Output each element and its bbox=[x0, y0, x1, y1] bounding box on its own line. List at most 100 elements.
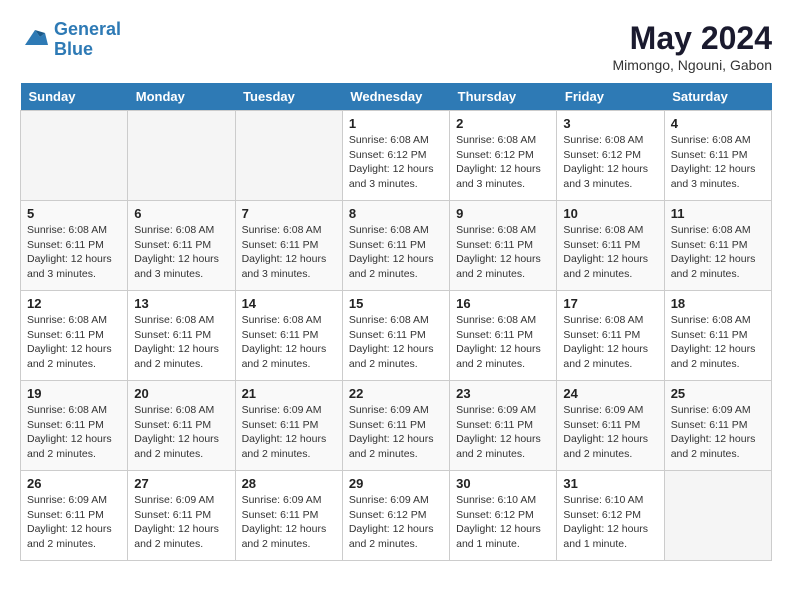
day-number: 5 bbox=[27, 206, 121, 221]
calendar-cell: 30 Sunrise: 6:10 AM Sunset: 6:12 PM Dayli… bbox=[450, 471, 557, 561]
col-header-saturday: Saturday bbox=[664, 83, 771, 111]
day-info: Sunrise: 6:08 AM Sunset: 6:11 PM Dayligh… bbox=[27, 313, 121, 372]
day-number: 21 bbox=[242, 386, 336, 401]
day-number: 28 bbox=[242, 476, 336, 491]
day-info: Sunrise: 6:09 AM Sunset: 6:11 PM Dayligh… bbox=[242, 403, 336, 462]
calendar-cell: 16 Sunrise: 6:08 AM Sunset: 6:11 PM Dayli… bbox=[450, 291, 557, 381]
calendar-cell: 18Sunrise: 6:08 AM Sunset: 6:11 PM Dayli… bbox=[664, 291, 771, 381]
calendar-week-2: 5 Sunrise: 6:08 AM Sunset: 6:11 PM Daylig… bbox=[21, 201, 772, 291]
day-info: Sunrise: 6:08 AM Sunset: 6:11 PM Dayligh… bbox=[242, 223, 336, 282]
day-number: 26 bbox=[27, 476, 121, 491]
header-row: SundayMondayTuesdayWednesdayThursdayFrid… bbox=[21, 83, 772, 111]
calendar-table: SundayMondayTuesdayWednesdayThursdayFrid… bbox=[20, 83, 772, 561]
calendar-cell: 29Sunrise: 6:09 AM Sunset: 6:12 PM Dayli… bbox=[342, 471, 449, 561]
day-info: Sunrise: 6:08 AM Sunset: 6:11 PM Dayligh… bbox=[134, 223, 228, 282]
day-info: Sunrise: 6:09 AM Sunset: 6:11 PM Dayligh… bbox=[242, 493, 336, 552]
calendar-cell: 10Sunrise: 6:08 AM Sunset: 6:11 PM Dayli… bbox=[557, 201, 664, 291]
calendar-cell: 1 Sunrise: 6:08 AM Sunset: 6:12 PM Daylig… bbox=[342, 111, 449, 201]
col-header-wednesday: Wednesday bbox=[342, 83, 449, 111]
calendar-cell: 4 Sunrise: 6:08 AM Sunset: 6:11 PM Daylig… bbox=[664, 111, 771, 201]
calendar-cell bbox=[21, 111, 128, 201]
day-number: 14 bbox=[242, 296, 336, 311]
calendar-cell: 12 Sunrise: 6:08 AM Sunset: 6:11 PM Dayli… bbox=[21, 291, 128, 381]
day-info: Sunrise: 6:08 AM Sunset: 6:12 PM Dayligh… bbox=[456, 133, 550, 192]
calendar-week-5: 26 Sunrise: 6:09 AM Sunset: 6:11 PM Dayli… bbox=[21, 471, 772, 561]
day-number: 2 bbox=[456, 116, 550, 131]
calendar-cell bbox=[664, 471, 771, 561]
day-number: 19 bbox=[27, 386, 121, 401]
day-info: Sunrise: 6:09 AM Sunset: 6:11 PM Dayligh… bbox=[456, 403, 550, 462]
day-number: 20 bbox=[134, 386, 228, 401]
day-info: Sunrise: 6:08 AM Sunset: 6:11 PM Dayligh… bbox=[134, 313, 228, 372]
day-info: Sunrise: 6:09 AM Sunset: 6:11 PM Dayligh… bbox=[134, 493, 228, 552]
day-info: Sunrise: 6:08 AM Sunset: 6:12 PM Dayligh… bbox=[349, 133, 443, 192]
col-header-monday: Monday bbox=[128, 83, 235, 111]
calendar-week-1: 1 Sunrise: 6:08 AM Sunset: 6:12 PM Daylig… bbox=[21, 111, 772, 201]
day-number: 30 bbox=[456, 476, 550, 491]
calendar-cell: 7Sunrise: 6:08 AM Sunset: 6:11 PM Daylig… bbox=[235, 201, 342, 291]
day-info: Sunrise: 6:08 AM Sunset: 6:11 PM Dayligh… bbox=[349, 313, 443, 372]
calendar-cell: 26 Sunrise: 6:09 AM Sunset: 6:11 PM Dayli… bbox=[21, 471, 128, 561]
calendar-cell: 15 Sunrise: 6:08 AM Sunset: 6:11 PM Dayli… bbox=[342, 291, 449, 381]
day-info: Sunrise: 6:09 AM Sunset: 6:12 PM Dayligh… bbox=[349, 493, 443, 552]
day-number: 16 bbox=[456, 296, 550, 311]
logo: General Blue bbox=[20, 20, 121, 60]
calendar-cell: 3 Sunrise: 6:08 AM Sunset: 6:12 PM Daylig… bbox=[557, 111, 664, 201]
day-number: 1 bbox=[349, 116, 443, 131]
calendar-cell bbox=[128, 111, 235, 201]
calendar-cell: 9 Sunrise: 6:08 AM Sunset: 6:11 PM Daylig… bbox=[450, 201, 557, 291]
day-number: 11 bbox=[671, 206, 765, 221]
day-number: 18 bbox=[671, 296, 765, 311]
calendar-week-3: 12 Sunrise: 6:08 AM Sunset: 6:11 PM Dayli… bbox=[21, 291, 772, 381]
calendar-cell: 21 Sunrise: 6:09 AM Sunset: 6:11 PM Dayli… bbox=[235, 381, 342, 471]
day-number: 27 bbox=[134, 476, 228, 491]
day-info: Sunrise: 6:08 AM Sunset: 6:11 PM Dayligh… bbox=[456, 313, 550, 372]
calendar-cell: 20Sunrise: 6:08 AM Sunset: 6:11 PM Dayli… bbox=[128, 381, 235, 471]
calendar-cell: 23 Sunrise: 6:09 AM Sunset: 6:11 PM Dayli… bbox=[450, 381, 557, 471]
calendar-cell: 2 Sunrise: 6:08 AM Sunset: 6:12 PM Daylig… bbox=[450, 111, 557, 201]
title-area: May 2024 Mimongo, Ngouni, Gabon bbox=[612, 20, 772, 73]
day-number: 22 bbox=[349, 386, 443, 401]
calendar-cell: 14 Sunrise: 6:08 AM Sunset: 6:11 PM Dayli… bbox=[235, 291, 342, 381]
calendar-cell: 28 Sunrise: 6:09 AM Sunset: 6:11 PM Dayli… bbox=[235, 471, 342, 561]
calendar-cell: 31Sunrise: 6:10 AM Sunset: 6:12 PM Dayli… bbox=[557, 471, 664, 561]
day-number: 4 bbox=[671, 116, 765, 131]
logo-icon bbox=[20, 25, 50, 55]
day-number: 15 bbox=[349, 296, 443, 311]
day-info: Sunrise: 6:08 AM Sunset: 6:12 PM Dayligh… bbox=[563, 133, 657, 192]
col-header-friday: Friday bbox=[557, 83, 664, 111]
month-title: May 2024 bbox=[612, 20, 772, 57]
day-info: Sunrise: 6:08 AM Sunset: 6:11 PM Dayligh… bbox=[456, 223, 550, 282]
day-info: Sunrise: 6:08 AM Sunset: 6:11 PM Dayligh… bbox=[27, 403, 121, 462]
day-number: 8 bbox=[349, 206, 443, 221]
day-number: 6 bbox=[134, 206, 228, 221]
day-number: 10 bbox=[563, 206, 657, 221]
col-header-thursday: Thursday bbox=[450, 83, 557, 111]
calendar-cell: 27 Sunrise: 6:09 AM Sunset: 6:11 PM Dayli… bbox=[128, 471, 235, 561]
calendar-cell: 19 Sunrise: 6:08 AM Sunset: 6:11 PM Dayli… bbox=[21, 381, 128, 471]
day-info: Sunrise: 6:09 AM Sunset: 6:11 PM Dayligh… bbox=[349, 403, 443, 462]
calendar-cell: 5Sunrise: 6:08 AM Sunset: 6:11 PM Daylig… bbox=[21, 201, 128, 291]
location: Mimongo, Ngouni, Gabon bbox=[612, 57, 772, 73]
calendar-cell: 17Sunrise: 6:08 AM Sunset: 6:11 PM Dayli… bbox=[557, 291, 664, 381]
calendar-cell: 24Sunrise: 6:09 AM Sunset: 6:11 PM Dayli… bbox=[557, 381, 664, 471]
day-number: 12 bbox=[27, 296, 121, 311]
page-header: General Blue May 2024 Mimongo, Ngouni, G… bbox=[20, 20, 772, 73]
day-info: Sunrise: 6:09 AM Sunset: 6:11 PM Dayligh… bbox=[671, 403, 765, 462]
calendar-week-4: 19 Sunrise: 6:08 AM Sunset: 6:11 PM Dayli… bbox=[21, 381, 772, 471]
day-info: Sunrise: 6:08 AM Sunset: 6:11 PM Dayligh… bbox=[671, 223, 765, 282]
day-number: 9 bbox=[456, 206, 550, 221]
calendar-cell: 11 Sunrise: 6:08 AM Sunset: 6:11 PM Dayli… bbox=[664, 201, 771, 291]
day-info: Sunrise: 6:09 AM Sunset: 6:11 PM Dayligh… bbox=[27, 493, 121, 552]
day-number: 13 bbox=[134, 296, 228, 311]
calendar-cell: 25 Sunrise: 6:09 AM Sunset: 6:11 PM Dayli… bbox=[664, 381, 771, 471]
day-number: 23 bbox=[456, 386, 550, 401]
calendar-cell: 22 Sunrise: 6:09 AM Sunset: 6:11 PM Dayli… bbox=[342, 381, 449, 471]
day-info: Sunrise: 6:08 AM Sunset: 6:11 PM Dayligh… bbox=[242, 313, 336, 372]
day-info: Sunrise: 6:08 AM Sunset: 6:11 PM Dayligh… bbox=[671, 133, 765, 192]
day-number: 31 bbox=[563, 476, 657, 491]
day-number: 25 bbox=[671, 386, 765, 401]
day-info: Sunrise: 6:10 AM Sunset: 6:12 PM Dayligh… bbox=[456, 493, 550, 552]
day-number: 24 bbox=[563, 386, 657, 401]
day-number: 3 bbox=[563, 116, 657, 131]
